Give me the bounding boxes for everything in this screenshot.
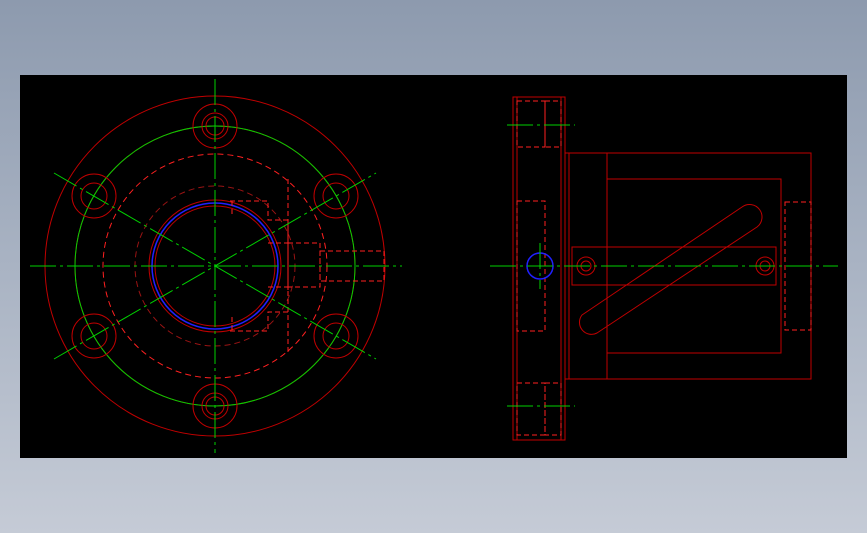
hidden-shaft-outline: [230, 179, 385, 355]
flange-hidden-holes: [516, 100, 562, 436]
flange-plate: [512, 96, 566, 441]
side-view: [490, 96, 838, 441]
front-view: [30, 79, 402, 453]
cad-drawing: [30, 79, 838, 453]
side-centerlines: [490, 124, 838, 407]
cad-drawing-canvas[interactable]: [20, 75, 847, 458]
